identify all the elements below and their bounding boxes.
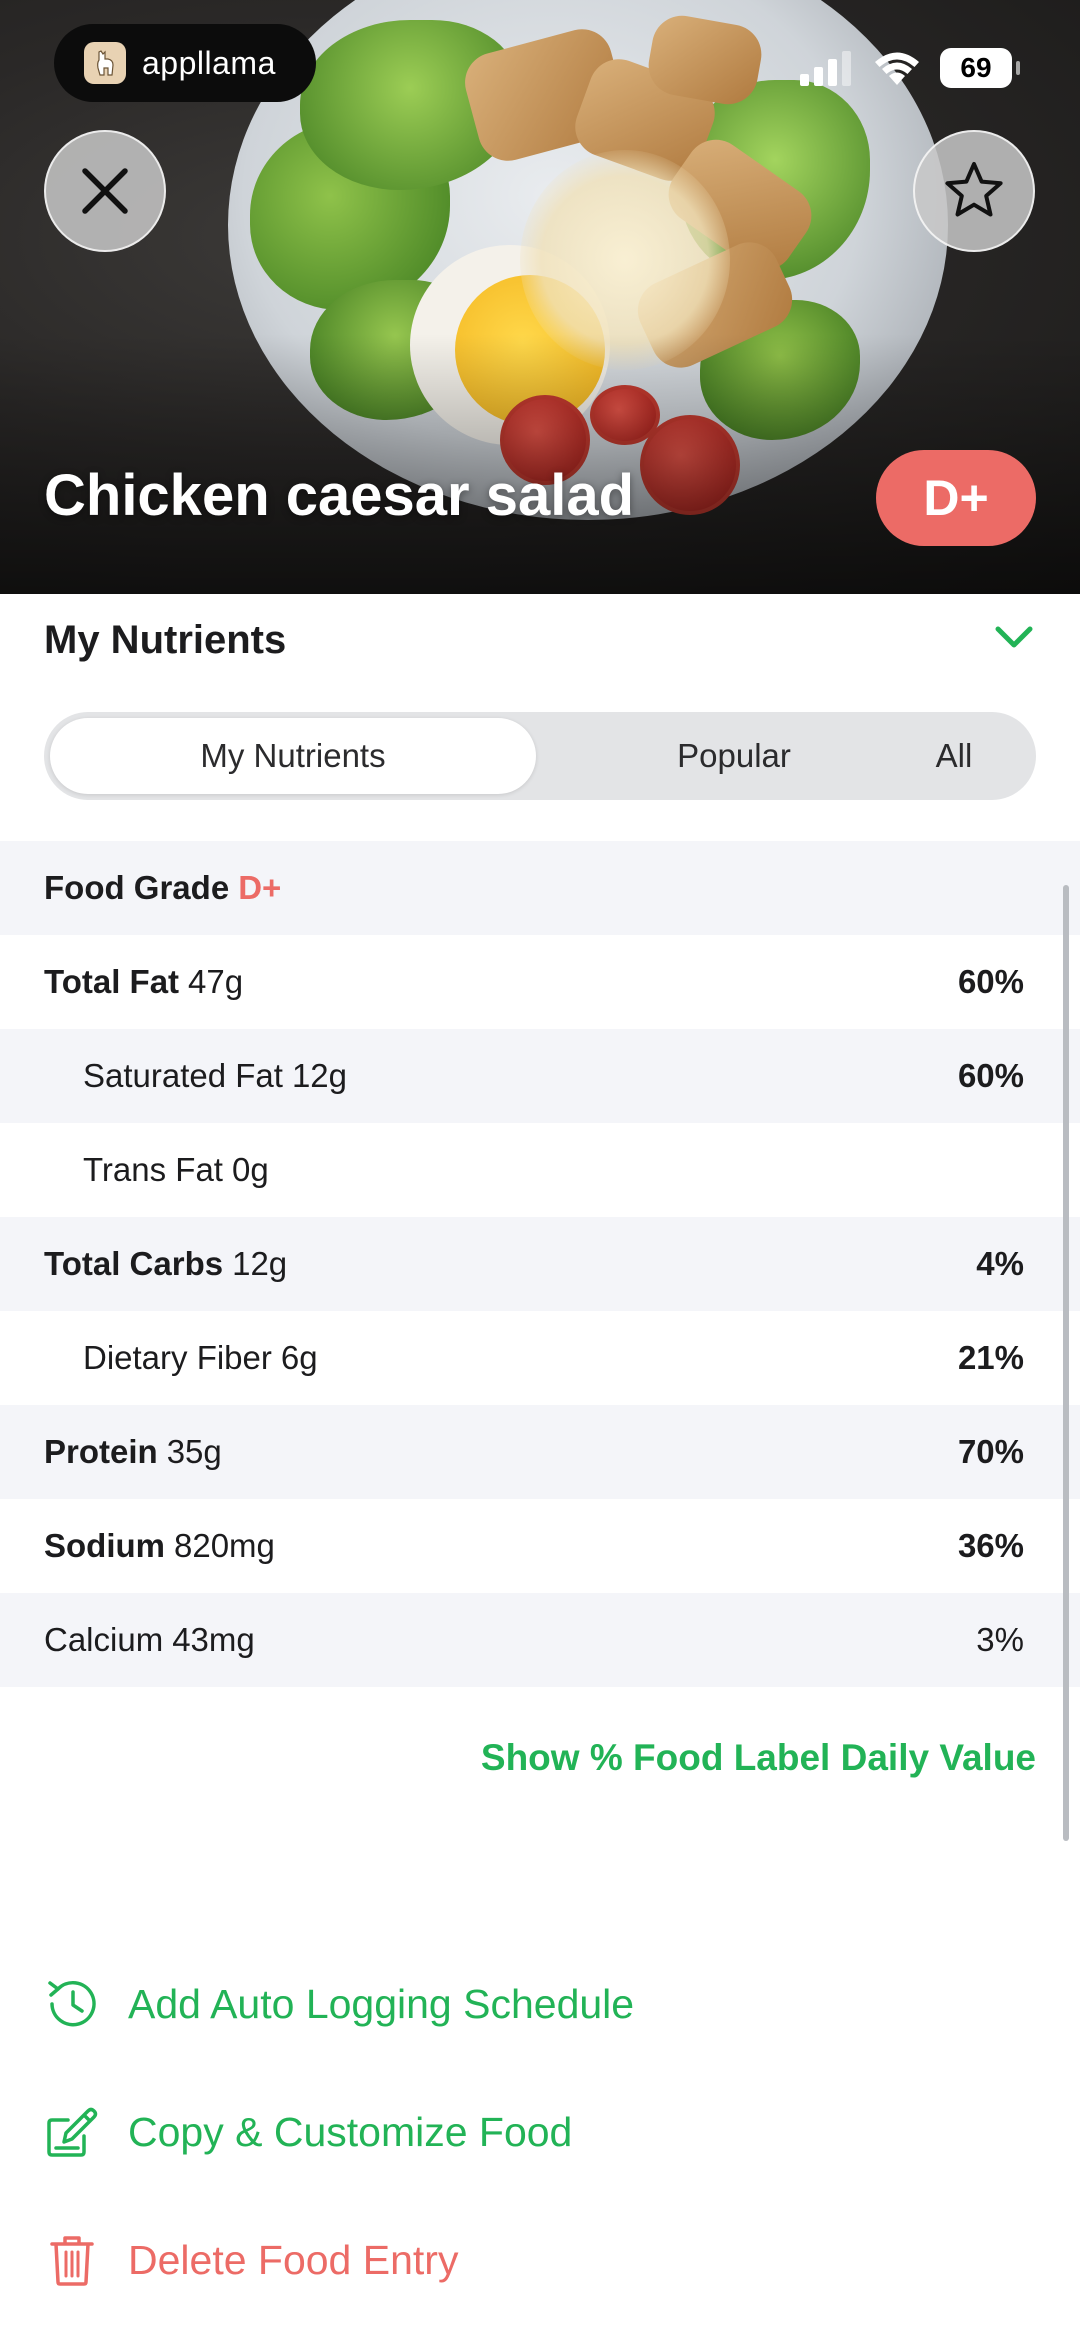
nutrient-percent: 70%: [957, 1433, 1024, 1470]
trash-icon: [40, 2228, 104, 2292]
battery-level: 69: [960, 52, 992, 83]
nutrient-amount: 35g: [166, 1433, 222, 1470]
nutrient-percent: 60%: [957, 1057, 1024, 1094]
food-grade-label: Food Grade: [44, 869, 230, 906]
add-auto-logging-button[interactable]: Add Auto Logging Schedule: [40, 1964, 634, 2044]
table-row: Saturated Fat 12g 60%: [0, 1029, 1080, 1123]
chevron-down-icon[interactable]: [994, 624, 1034, 650]
nutrient-amount: 43mg: [172, 1621, 255, 1658]
tab-popular[interactable]: Popular: [604, 712, 864, 800]
grade-badge[interactable]: D+: [876, 450, 1036, 546]
tab-my-nutrients[interactable]: My Nutrients: [50, 712, 536, 800]
edit-square-icon: [40, 2100, 104, 2164]
nutrient-table: Food Grade D+ Total Fat 47g 60% Saturated …: [0, 841, 1080, 1687]
table-row: Dietary Fiber 6g 21%: [0, 1311, 1080, 1405]
delete-food-button[interactable]: Delete Food Entry: [40, 2220, 458, 2300]
nutrient-name: Protein: [44, 1433, 158, 1470]
nutrient-name: Total Fat: [44, 963, 180, 1000]
food-grade-row: Food Grade D+: [0, 841, 1080, 935]
app-badge: appllama: [54, 24, 316, 102]
tab-all[interactable]: All: [884, 712, 1024, 800]
wifi-icon: [875, 52, 919, 85]
table-row: Total Carbs 12g 4%: [0, 1217, 1080, 1311]
table-row: Total Fat 47g 60%: [0, 935, 1080, 1029]
nutrient-filter-tabs: My Nutrients Popular All: [44, 712, 1036, 800]
nutrient-amount: 6g: [280, 1339, 318, 1376]
food-hero-image: appllama 69 Chicken caesar salad D+: [0, 0, 1080, 594]
table-row: Protein 35g 70%: [0, 1405, 1080, 1499]
daily-value-link[interactable]: Show % Food Label Daily Value: [481, 1737, 1036, 1779]
signal-icon: [800, 51, 851, 86]
nutrient-name: Trans Fat: [83, 1151, 223, 1188]
nutrient-name: Calcium: [44, 1621, 164, 1658]
nutrient-amount: 0g: [231, 1151, 269, 1188]
action-label: Add Auto Logging Schedule: [128, 1980, 635, 2027]
nutrient-amount: 12g: [232, 1245, 288, 1282]
action-label: Delete Food Entry: [128, 2236, 459, 2283]
food-grade-value: D+: [238, 869, 282, 906]
nutrient-amount: 12g: [291, 1057, 348, 1094]
table-row: Calcium 43mg 3%: [0, 1593, 1080, 1687]
scrollbar[interactable]: [1063, 885, 1069, 1841]
section-title: My Nutrients: [44, 618, 287, 662]
table-row: Sodium 820mg 36%: [0, 1499, 1080, 1593]
history-clock-icon: [40, 1972, 104, 2036]
nutrient-name: Sodium: [44, 1527, 165, 1564]
action-label: Copy & Customize Food: [128, 2108, 573, 2155]
nutrient-name: Saturated Fat: [83, 1057, 283, 1094]
nutrient-amount: 47g: [188, 963, 244, 1000]
nutrient-amount: 820mg: [174, 1527, 275, 1564]
nutrient-percent: 3%: [976, 1621, 1024, 1658]
battery-icon: 69: [940, 48, 1020, 88]
close-button[interactable]: [44, 130, 166, 252]
nutrient-name: Total Carbs: [44, 1245, 224, 1282]
status-indicators: 69: [800, 48, 1020, 88]
llama-logo-icon: [84, 42, 126, 84]
nutrient-percent: 36%: [957, 1527, 1024, 1564]
nutrient-percent: 60%: [957, 963, 1024, 1000]
favorite-button[interactable]: [913, 130, 1035, 252]
nutrient-name: Dietary Fiber: [83, 1339, 272, 1376]
copy-customize-button[interactable]: Copy & Customize Food: [40, 2092, 572, 2172]
nutrient-percent: 21%: [957, 1339, 1024, 1376]
table-row: Trans Fat 0g: [0, 1123, 1080, 1217]
nutrients-section-header[interactable]: My Nutrients: [0, 594, 1080, 690]
app-name: appllama: [142, 44, 276, 81]
nutrient-percent: 4%: [976, 1245, 1024, 1282]
star-icon: [945, 162, 1003, 217]
food-title: Chicken caesar salad: [44, 463, 635, 528]
close-icon: [82, 168, 128, 214]
